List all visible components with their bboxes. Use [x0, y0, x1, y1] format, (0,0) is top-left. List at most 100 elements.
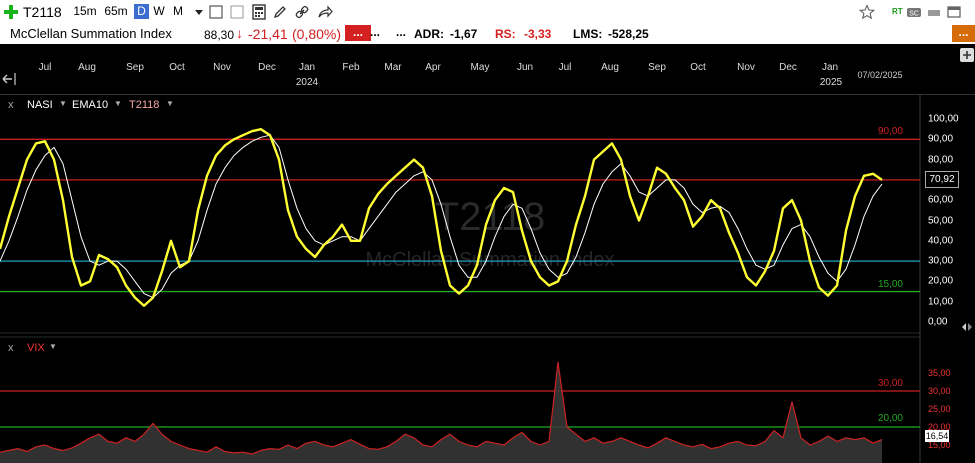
- year-label-2025: 2025: [819, 77, 843, 88]
- nasi-line: [0, 127, 883, 307]
- y-tick-label: 0,00: [928, 316, 948, 328]
- month-label: Nov: [737, 62, 755, 73]
- month-label: Sep: [126, 62, 144, 73]
- reference-lines: [0, 138, 920, 293]
- interval-15m[interactable]: 15m: [72, 4, 98, 19]
- current-date-label: 07/02/2025: [857, 70, 903, 80]
- vix-line: [0, 361, 883, 455]
- y-tick-label: 50,00: [928, 215, 954, 226]
- y-tick-label: 100,00: [928, 113, 959, 125]
- interval-weekly[interactable]: W: [152, 4, 166, 19]
- add-symbol-icon[interactable]: [3, 4, 19, 20]
- month-label: May: [470, 62, 490, 73]
- rs-value: -3,33: [524, 27, 552, 41]
- month-label: Feb: [342, 62, 360, 73]
- menu-dots-2[interactable]: ...: [396, 25, 406, 39]
- legend-ema10[interactable]: EMA10: [72, 99, 108, 111]
- vix-area: [0, 362, 882, 463]
- rs-label: RS:: [495, 27, 516, 41]
- price-change-pct: (0,80%): [292, 26, 342, 42]
- y-tick-label: 90,00: [928, 133, 954, 145]
- month-label: Jan: [821, 62, 839, 73]
- legend-ema10-dropdown-icon[interactable]: ▼: [114, 99, 122, 108]
- month-label: Oct: [169, 62, 185, 73]
- vix-reference-lines: [0, 390, 920, 428]
- window-icon[interactable]: [946, 4, 962, 20]
- y-tick-label: 60,00: [928, 194, 954, 206]
- month-label: Dec: [779, 62, 797, 73]
- price-change: -21,41: [248, 26, 288, 42]
- month-label: Aug: [601, 62, 619, 73]
- share-icon[interactable]: [317, 4, 333, 20]
- lms-label: LMS:: [573, 27, 603, 41]
- link-icon[interactable]: [294, 4, 310, 20]
- alert-badge[interactable]: ...: [345, 25, 372, 41]
- down-arrow-icon: ↓: [236, 25, 243, 41]
- pane-resize-icon[interactable]: [958, 320, 975, 334]
- close-pane-icon[interactable]: x: [8, 99, 14, 111]
- month-label: Apr: [425, 62, 441, 73]
- svg-text:SC: SC: [909, 11, 919, 18]
- vix-series: [0, 361, 883, 463]
- info-bar: McClellan Summation Index 88,30 ↓ -21,41…: [0, 24, 975, 44]
- adr-value: -1,67: [450, 27, 478, 41]
- month-label: Mar: [384, 62, 402, 73]
- month-label: Sep: [648, 62, 666, 73]
- legend-t2118[interactable]: T2118: [129, 99, 159, 111]
- ema10-line: [0, 134, 883, 299]
- vix-level-label-30: 30,00: [878, 378, 903, 389]
- y-tick-label: 10,00: [928, 296, 954, 308]
- interval-monthly[interactable]: M: [170, 4, 186, 19]
- legend-nasi-dropdown-icon[interactable]: ▼: [59, 99, 67, 108]
- interval-daily[interactable]: D: [134, 4, 149, 19]
- legend-vix[interactable]: VIX: [27, 342, 45, 354]
- interval-65m[interactable]: 65m: [102, 4, 130, 19]
- more-button[interactable]: ...: [952, 25, 975, 42]
- year-label-2024: 2024: [295, 77, 319, 88]
- level-label-90: 90,00: [878, 126, 903, 137]
- month-label: Dec: [258, 62, 276, 73]
- scale-toggle-icon[interactable]: [1, 70, 17, 86]
- last-price: 88,30: [204, 28, 235, 42]
- vix-y-tick-label: 25,00: [928, 404, 951, 414]
- month-label: Jul: [38, 62, 52, 73]
- y-tick-label: 80,00: [928, 154, 954, 166]
- time-axis: Jul Aug Sep Oct Nov Dec Jan Feb Mar Apr May Jun Jul A…: [0, 44, 975, 95]
- y-tick-label: 20,00: [928, 275, 954, 287]
- month-label: Aug: [78, 62, 96, 73]
- pencil-icon[interactable]: [272, 4, 288, 20]
- blank-square-icon[interactable]: [229, 4, 245, 20]
- checkbox-icon[interactable]: [208, 4, 224, 20]
- adr-label: ADR:: [414, 27, 444, 41]
- last-value-marker: 70,92: [925, 171, 959, 188]
- symbol-name[interactable]: T2118: [23, 4, 62, 20]
- add-pane-icon[interactable]: [960, 48, 974, 62]
- vix-level-label-20: 20,00: [878, 413, 903, 424]
- vix-last-value-marker: 16,54: [925, 430, 949, 442]
- vix-y-tick-label: 30,00: [928, 386, 951, 396]
- close-vix-pane-icon[interactable]: x: [8, 342, 14, 354]
- y-tick-label: 40,00: [928, 235, 954, 247]
- minimize-icon[interactable]: [926, 4, 942, 20]
- lms-value: -528,25: [608, 27, 649, 41]
- legend-t2118-dropdown-icon[interactable]: ▼: [166, 99, 174, 108]
- scan-icon[interactable]: SC: [906, 4, 922, 20]
- month-label: Jul: [558, 62, 572, 73]
- watermark-symbol: T2118: [435, 195, 545, 239]
- menu-dots[interactable]: ...: [370, 25, 380, 39]
- month-label: Nov: [213, 62, 231, 73]
- legend-nasi[interactable]: NASI: [27, 99, 53, 111]
- legend-vix-dropdown-icon[interactable]: ▼: [49, 342, 57, 351]
- month-label: Jun: [516, 62, 534, 73]
- month-label: Oct: [690, 62, 706, 73]
- main-series: [0, 127, 883, 307]
- y-tick-label: 30,00: [928, 255, 954, 267]
- star-icon[interactable]: [859, 4, 875, 20]
- month-label: Jan: [298, 62, 316, 73]
- realtime-badge: RT: [892, 7, 903, 16]
- interval-dropdown-icon[interactable]: [191, 4, 207, 20]
- toolbar: T2118 15m 65m D W M RT SC: [0, 0, 975, 24]
- vix-y-tick-label: 35,00: [928, 368, 951, 378]
- watermark-name: McClellan Summation Index: [366, 249, 615, 271]
- calculator-icon[interactable]: [251, 4, 267, 20]
